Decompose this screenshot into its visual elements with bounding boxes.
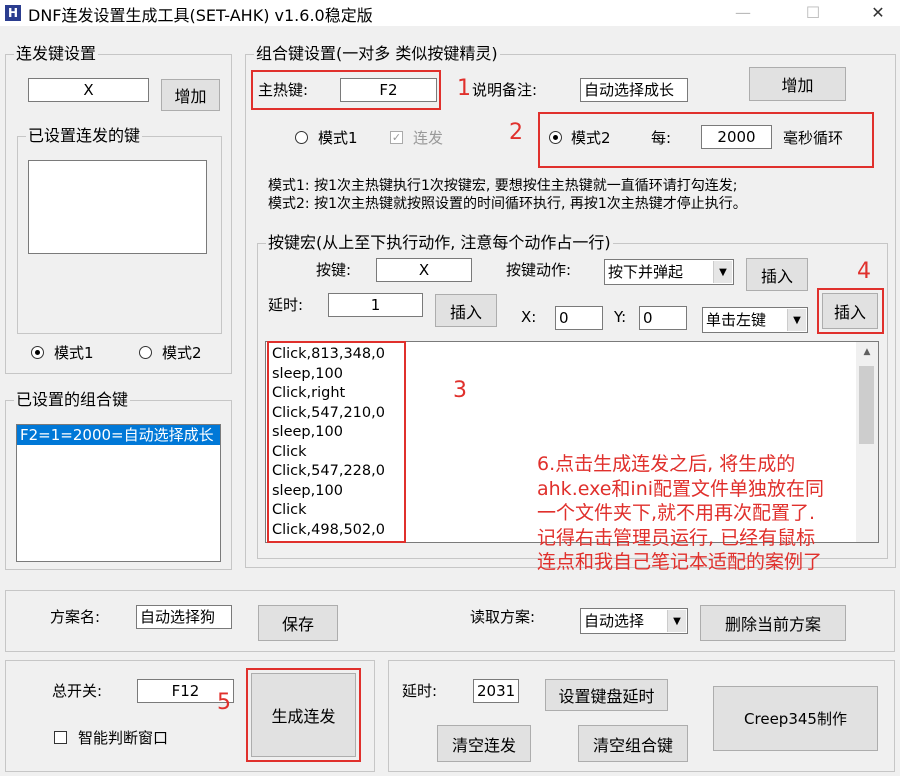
y-coord-label: Y: [614,308,627,326]
delete-scheme-button[interactable]: 删除当前方案 [700,605,846,641]
macro-key-label: 按键: [316,261,352,279]
interval-input[interactable]: 2000 [701,125,772,149]
annotation-6-line: 记得右击管理员运行, 已经有鼠标 [537,526,816,549]
scroll-thumb[interactable] [859,366,874,444]
chevron-down-icon: ▼ [713,261,732,283]
annotation-3: 3 [453,378,467,403]
key-action-select[interactable]: 按下并弹起 ▼ [604,259,734,285]
close-button[interactable]: ✕ [855,0,900,26]
combo-keys-list[interactable]: F2=1=2000=自动选择成长 [16,424,221,562]
highlight-box-3 [267,341,406,543]
mode1-description: 模式1: 按1次主热键执行1次按键宏, 要想按住主热键就一直循环请打勾连发; [268,178,738,194]
key-action-label: 按键动作: [506,261,572,279]
maximize-button[interactable]: ☐ [790,0,836,26]
burst-add-button[interactable]: 增加 [161,79,220,111]
burst-key-group-title: 连发键设置 [14,44,99,64]
y-coord-input[interactable]: 0 [639,306,687,330]
annotation-2: 2 [509,120,523,145]
annotation-6-line: ahk.exe和ini配置文件单独放在同 [537,477,825,500]
set-combo-keys-title: 已设置的组合键 [14,390,131,410]
mouse-action-select[interactable]: 单击左键 ▼ [702,307,808,333]
burst-mode2-label: 模式2 [162,344,202,362]
note-label: 说明备注: [472,81,538,99]
smart-window-label: 智能判断窗口 [78,729,169,747]
credit-button[interactable]: Creep345制作 [713,686,878,751]
key-macro-group-title: 按键宏(从上至下执行动作, 注意每个动作占一行) [266,233,613,253]
load-scheme-value: 自动选择 [584,612,645,630]
combo-mode1-radio[interactable] [295,131,308,144]
annotation-6-line: 连点和我自己笔记本适配的案例了 [537,551,823,573]
combo-mode2-label: 模式2 [571,129,611,147]
burst-mode1-label: 模式1 [54,344,94,362]
every-label: 每: [651,129,672,147]
macro-delay-input[interactable]: 1 [328,293,423,317]
annotation-6-line: 一个文件夹下,就不用再次配置了. [537,502,816,524]
scheme-name-input[interactable]: 自动选择狗 [136,605,232,629]
scroll-up-icon[interactable]: ▲ [856,342,878,362]
keyboard-delay-label: 延时: [402,682,438,700]
annotation-1: 1 [457,76,471,101]
note-input[interactable]: 自动选择成长 [580,78,688,102]
burst-mode1-radio[interactable] [31,346,44,359]
set-burst-keys-title: 已设置连发的键 [26,126,143,146]
combo-add-button[interactable]: 增加 [749,67,846,101]
insert-key-button[interactable]: 插入 [746,258,808,291]
combo-key-group-title: 组合键设置(一对多 类似按键精灵) [254,44,500,64]
app-icon: H [5,5,21,21]
ms-loop-label: 毫秒循环 [783,129,844,147]
combo-mode1-label: 模式1 [318,129,358,147]
annotation-5: 5 [217,690,231,715]
save-scheme-button[interactable]: 保存 [258,605,338,641]
burst-keys-list[interactable] [28,160,207,254]
highlight-box-1 [251,70,441,110]
window-title: DNF连发设置生成工具(SET-AHK) v1.6.0稳定版 [28,6,373,25]
annotation-6: 6.点击生成连发之后, 将生成的 ahk.exe和ini配置文件单独放在同 一个… [537,452,897,575]
load-scheme-select[interactable]: 自动选择 ▼ [580,608,688,634]
insert-delay-button[interactable]: 插入 [435,294,497,327]
burst-checkbox[interactable]: ✓ [390,131,403,144]
macro-delay-label: 延时: [268,296,304,314]
master-switch-label: 总开关: [52,682,103,700]
burst-key-input[interactable]: X [28,78,149,102]
x-coord-label: X: [521,308,537,326]
burst-checkbox-label: 连发 [413,129,444,147]
smart-window-checkbox[interactable] [54,731,67,744]
clear-burst-button[interactable]: 清空连发 [437,725,531,762]
chevron-down-icon: ▼ [667,610,686,632]
x-coord-input[interactable]: 0 [555,306,603,330]
chevron-down-icon: ▼ [787,309,806,331]
annotation-4: 4 [857,259,871,284]
macro-key-input[interactable]: X [376,258,472,282]
keyboard-delay-input[interactable]: 2031 [473,679,519,703]
title-bar: H DNF连发设置生成工具(SET-AHK) v1.6.0稳定版 — ☐ ✕ [0,0,900,26]
combo-mode2-radio[interactable] [549,131,562,144]
minimize-button[interactable]: — [720,0,766,26]
burst-mode2-radio[interactable] [139,346,152,359]
key-action-value: 按下并弹起 [608,263,684,281]
set-keyboard-delay-button[interactable]: 设置键盘延时 [545,679,668,711]
load-scheme-label: 读取方案: [470,608,536,626]
scheme-name-label: 方案名: [50,608,101,626]
clear-combo-button[interactable]: 清空组合键 [578,725,688,762]
highlight-box-4 [817,288,884,334]
mouse-action-value: 单击左键 [706,311,767,329]
highlight-box-5 [246,668,361,762]
annotation-6-line: 6.点击生成连发之后, 将生成的 [537,453,796,475]
combo-list-item[interactable]: F2=1=2000=自动选择成长 [17,425,220,445]
mode2-description: 模式2: 按1次主热键就按照设置的时间循环执行, 再按1次主热键才停止执行。 [268,196,747,212]
